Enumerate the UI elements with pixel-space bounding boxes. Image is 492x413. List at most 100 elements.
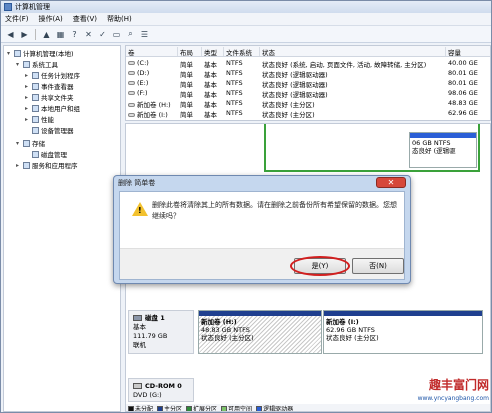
tree-item[interactable]: ▸ 任务计划程序 (25, 70, 80, 80)
dialog-message: 删除此卷将清除其上的所有数据。请在删除之前备份所有希望保留的数据。您想继续吗？ (152, 201, 397, 220)
expander-icon[interactable]: ▾ (16, 61, 22, 68)
grid-icon[interactable]: ▦ (55, 29, 66, 40)
up-icon[interactable]: ▲ (41, 29, 52, 40)
volume-name-cell: (E:) (126, 79, 178, 87)
back-icon[interactable]: ◀ (5, 29, 16, 40)
partition-h[interactable]: 新加卷 (H:) 48.83 GB NTFS 状态良好 (主分区) (198, 310, 322, 354)
tree-item-label: 设备管理器 (41, 127, 74, 135)
check-icon[interactable]: ✓ (97, 29, 108, 40)
tree-item-label: 性能 (41, 116, 54, 124)
expander-icon[interactable]: ▸ (25, 94, 31, 101)
column-header-layout[interactable]: 布局 (178, 47, 202, 56)
tree-node-icon (32, 150, 39, 158)
expander-icon[interactable]: ▸ (25, 116, 31, 123)
disk-1-label[interactable]: 磁盘 1 基本 111.79 GB 联机 (128, 310, 194, 354)
volume-cell: 状态良好 (逻辑驱动器) (262, 91, 328, 99)
volume-row[interactable]: (F:) 简单 基本 NTFS 状态良好 (逻辑驱动器) 98.06 GE (126, 89, 490, 99)
tree-node-icon (23, 139, 30, 147)
volume-row[interactable]: (D:) 简单 基本 NTFS 状态良好 (逻辑驱动器) 80.01 GE (126, 69, 490, 79)
volume-cell: 简单 (180, 81, 193, 89)
folder-icon[interactable]: ▭ (111, 29, 122, 40)
tree-item-label: 存储 (32, 140, 45, 148)
menu-help[interactable]: 帮助(H) (107, 14, 132, 24)
tree-item[interactable]: 磁盘管理 (25, 149, 67, 159)
column-header-volume[interactable]: 卷 (126, 47, 178, 56)
cdrom-type: DVD (G:) (133, 391, 162, 399)
partition-i[interactable]: 新加卷 (I:) 62.96 GB NTFS 状态良好 (主分区) (323, 310, 483, 354)
dialog-close-button[interactable]: ✕ (376, 177, 406, 188)
forward-icon[interactable]: ▶ (19, 29, 30, 40)
legend-swatch (256, 405, 263, 411)
column-header-capacity[interactable]: 容量 (446, 47, 490, 56)
column-header-filesystem[interactable]: 文件系统 (224, 47, 260, 56)
watermark-url: www.yncyangbang.com (417, 395, 489, 402)
properties-icon[interactable]: ☰ (139, 29, 150, 40)
legend-item: 未分配 (128, 404, 153, 411)
cdrom-label[interactable]: CD-ROM 0 DVD (G:) (128, 378, 194, 402)
expander-icon[interactable]: ▸ (25, 72, 31, 79)
volume-cell: 48.83 GE (448, 99, 478, 107)
tree-item[interactable]: ▾ 存储 (16, 138, 45, 148)
volume-cell: 80.01 GE (448, 69, 478, 77)
volume-cell: 状态良好 (主分区) (262, 101, 315, 109)
volume-row[interactable]: (E:) 简单 基本 NTFS 状态良好 (逻辑驱动器) 80.01 GE (126, 79, 490, 89)
logical-drive-f[interactable]: 06 GB NTFS 态良好 (逻辑驱 (409, 132, 477, 168)
tree-item[interactable]: ▸ 事件查看器 (25, 81, 74, 91)
partition-i-status: 状态良好 (主分区) (326, 334, 379, 342)
disk-1-type: 基本 (133, 323, 146, 331)
tree-item[interactable]: ▾ 计算机管理(本地) (7, 48, 74, 58)
volume-row[interactable]: (C:) 简单 基本 NTFS 状态良好 (系统, 启动, 页面文件, 活动, 故障转储… (126, 59, 490, 69)
tree-item[interactable]: ▸ 共享文件夹 (25, 92, 74, 102)
volume-cell: 基本 (204, 111, 217, 119)
expander-icon[interactable]: ▾ (16, 140, 22, 147)
volume-cell: 基本 (204, 71, 217, 79)
menu-file[interactable]: 文件(F) (5, 14, 29, 24)
tree-item-label: 服务和应用程序 (32, 162, 78, 170)
volume-cell: 98.06 GE (448, 89, 478, 97)
tree-item[interactable]: ▸ 本地用户和组 (25, 103, 80, 113)
drive-icon (128, 113, 135, 117)
expander-icon[interactable]: ▸ (25, 105, 31, 112)
legend-swatch (157, 405, 164, 411)
volume-row[interactable]: 新加卷 (H:) 简单 基本 NTFS 状态良好 (主分区) 48.83 GE (126, 99, 490, 109)
legend-item: 主分区 (157, 404, 182, 411)
tree-item[interactable]: 设备管理器 (25, 125, 74, 135)
tree-node-icon (23, 60, 30, 68)
partition-h-name: 新加卷 (H:) (201, 318, 237, 326)
toolbar-separator (35, 28, 36, 40)
menu-action[interactable]: 操作(A) (39, 14, 63, 24)
cdrom-icon (133, 383, 142, 389)
drive-icon (128, 103, 135, 107)
tree-item[interactable]: ▾ 系统工具 (16, 59, 58, 69)
legend-swatch (186, 405, 193, 411)
partition-h-status: 状态良好 (主分区) (201, 334, 254, 342)
tree-item[interactable]: ▸ 服务和应用程序 (16, 160, 78, 170)
column-header-status[interactable]: 状态 (260, 47, 446, 56)
column-header-type[interactable]: 类型 (202, 47, 224, 56)
expander-icon[interactable]: ▸ (25, 83, 31, 90)
search-icon[interactable]: ⌕ (125, 29, 136, 40)
legend-item: 逻辑驱动器 (256, 404, 293, 411)
expander-icon[interactable]: ▾ (7, 50, 13, 57)
expander-icon[interactable]: ▸ (16, 162, 22, 169)
volume-cell: NTFS (226, 59, 243, 67)
tree-item-label: 本地用户和组 (41, 105, 80, 113)
drive-icon (128, 81, 135, 85)
volume-row[interactable]: 新加卷 (I:) 简单 基本 NTFS 状态良好 (主分区) 62.96 GE (126, 109, 490, 119)
delete-volume-dialog: 删除 简单卷 ✕ ! 删除此卷将清除其上的所有数据。请在删除之前备份所有希望保留… (113, 175, 411, 284)
tree-item[interactable]: ▸ 性能 (25, 114, 54, 124)
watermark-text: 趣丰富门网 (428, 378, 489, 392)
volume-name-cell: (D:) (126, 69, 178, 77)
close-icon: ✕ (387, 178, 395, 187)
close-icon[interactable]: ✕ (83, 29, 94, 40)
help-icon[interactable]: ? (69, 29, 80, 40)
volume-cell: 基本 (204, 101, 217, 109)
volume-cell: (D:) (137, 69, 150, 77)
no-button[interactable]: 否(N) (352, 258, 404, 274)
volume-cell: 简单 (180, 71, 193, 79)
legend-label: 扩展分区 (193, 406, 218, 412)
menu-view[interactable]: 查看(V) (73, 14, 97, 24)
partition-i-size: 62.96 GB NTFS (326, 326, 375, 334)
menu-bar: 文件(F) 操作(A) 查看(V) 帮助(H) (1, 13, 491, 26)
volume-cell: 状态良好 (逻辑驱动器) (262, 71, 328, 79)
